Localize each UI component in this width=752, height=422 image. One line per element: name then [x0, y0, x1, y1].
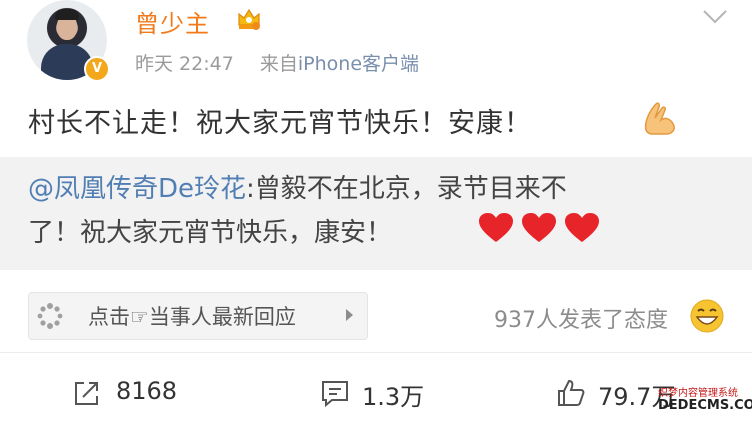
clap-hands-icon [644, 102, 675, 135]
post-text: 村长不让走！祝大家元宵节快乐！安康！ [28, 108, 532, 139]
repost-line-2: 了！祝大家元宵节快乐，康安！ [28, 218, 393, 248]
verified-badge-icon: V [84, 56, 110, 82]
repost-icon[interactable] [72, 378, 102, 408]
comment-icon[interactable] [320, 378, 350, 408]
repost-line-1: @凤凰传奇De玲花:曾毅不在北京，录节目来不 [28, 168, 567, 205]
attitude-count[interactable]: 937人发表了态度 [494, 302, 668, 334]
like-icon[interactable] [556, 378, 586, 408]
post-time: 昨天 22:47 [135, 53, 234, 75]
loading-spinner-icon [37, 303, 63, 329]
author-name[interactable]: 曾少主 [135, 4, 210, 39]
chevron-down-icon[interactable] [702, 8, 728, 26]
arrow-right-icon [346, 309, 353, 321]
repost-text-1: :曾毅不在北京，录节目来不 [246, 174, 567, 204]
heart-icon [479, 213, 513, 242]
crown-icon [238, 8, 260, 30]
watermark: 织梦内容管理系统 DEDECMS.COM [658, 388, 752, 412]
heart-icon [522, 213, 556, 242]
latest-response-label[interactable]: 点击☞当事人最新回应 [88, 301, 296, 331]
source-link[interactable]: iPhone客户端 [298, 53, 419, 75]
grin-emoji-icon [690, 299, 724, 333]
repost-mention[interactable]: @凤凰传奇De玲花 [28, 174, 246, 204]
comment-count[interactable]: 1.3万 [362, 377, 424, 412]
heart-icon [565, 213, 599, 242]
post-meta: 昨天 22:47 来自iPhone客户端 [135, 49, 419, 76]
watermark-line-2: DEDECMS.COM [658, 398, 752, 413]
divider [0, 352, 752, 353]
hearts-emoji [478, 212, 607, 244]
repost-count[interactable]: 8168 [116, 377, 177, 405]
source-prefix: 来自 [259, 53, 298, 75]
